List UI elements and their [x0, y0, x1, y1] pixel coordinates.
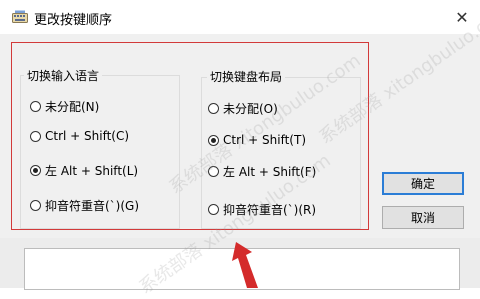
option-label: Ctrl + Shift(T) [223, 133, 307, 147]
radio-unchecked-icon [208, 103, 219, 114]
radio-checked-icon [30, 165, 41, 176]
red-arrow-icon [232, 242, 258, 288]
option-label: 抑音符重音(`)(R) [223, 203, 317, 217]
option-label: 未分配(N) [45, 100, 100, 114]
input-language-option-left-alt-shift[interactable]: 左 Alt + Shift(L) [30, 162, 138, 179]
cancel-button-label: 取消 [410, 211, 435, 225]
option-label: 左 Alt + Shift(F) [223, 165, 317, 179]
radio-unchecked-icon [30, 200, 41, 211]
option-label: 未分配(O) [223, 102, 278, 116]
radio-unchecked-icon [208, 166, 219, 177]
radio-unchecked-icon [30, 101, 41, 112]
keyboard-layout-option-grave-accent[interactable]: 抑音符重音(`)(R) [208, 201, 316, 218]
close-button[interactable]: ✕ [448, 4, 476, 30]
option-label: 左 Alt + Shift(L) [45, 164, 139, 178]
cancel-button[interactable]: 取消 [382, 206, 464, 229]
keyboard-layout-group-title: 切换键盘布局 [207, 68, 286, 85]
keyboard-icon [12, 10, 28, 23]
ok-button-label: 确定 [410, 177, 435, 191]
input-language-option-ctrl-shift[interactable]: Ctrl + Shift(C) [30, 129, 129, 143]
dialog-title: 更改按键顺序 [34, 13, 113, 28]
title-bar: 更改按键顺序 ✕ [0, 0, 480, 34]
input-language-option-unassigned[interactable]: 未分配(N) [30, 98, 99, 115]
radio-unchecked-icon [30, 130, 41, 142]
input-language-group-title: 切换输入语言 [24, 67, 103, 84]
radio-checked-icon [208, 134, 219, 146]
option-label: 抑音符重音(`)(G) [45, 199, 140, 213]
option-label: Ctrl + Shift(C) [45, 129, 130, 143]
keyboard-layout-option-left-alt-shift[interactable]: 左 Alt + Shift(F) [208, 163, 316, 180]
radio-unchecked-icon [208, 204, 219, 215]
change-key-sequence-dialog: 更改按键顺序 ✕ 切换输入语言 未分配(N) Ctrl + Shift(C) 左… [0, 0, 480, 298]
keyboard-layout-option-unassigned[interactable]: 未分配(O) [208, 100, 278, 117]
ok-button[interactable]: 确定 [382, 172, 464, 195]
input-language-option-grave-accent[interactable]: 抑音符重音(`)(G) [30, 197, 139, 214]
close-icon: ✕ [455, 7, 469, 27]
keyboard-layout-option-ctrl-shift[interactable]: Ctrl + Shift(T) [208, 133, 306, 147]
